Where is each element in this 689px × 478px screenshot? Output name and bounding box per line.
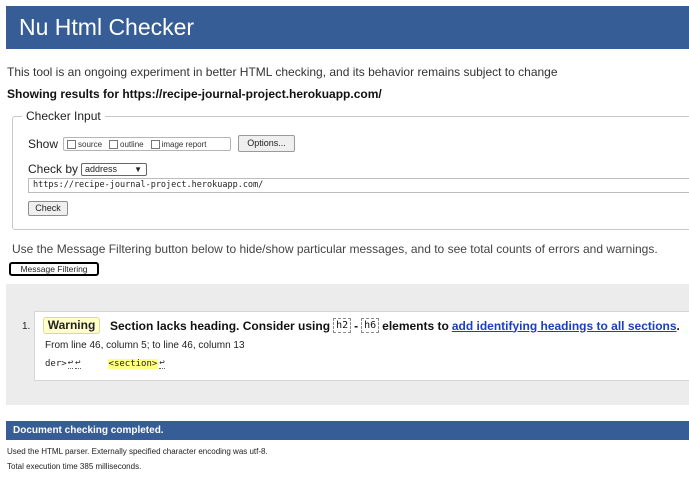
message-text-before: Section lacks heading. Consider using — [110, 318, 331, 333]
message-text-after: elements to — [382, 318, 449, 333]
message-number: 1. — [22, 321, 31, 332]
code-dash: - — [354, 318, 359, 333]
show-outline-option[interactable]: outline — [109, 139, 144, 149]
headings-link[interactable]: add identifying headings to all sections — [452, 319, 677, 333]
check-by-select[interactable]: address ▼ — [81, 163, 147, 176]
message-text: Section lacks heading. Consider using h2… — [110, 318, 680, 333]
completed-banner: Document checking completed. — [6, 421, 689, 440]
message-filtering-button[interactable]: Message Filtering — [9, 262, 99, 276]
url-input[interactable]: https://recipe-journal-project.herokuapp… — [28, 178, 689, 193]
line-feed-icon: ↩ — [67, 358, 74, 369]
source-option-label: source — [78, 139, 103, 149]
checker-input-legend: Checker Input — [22, 109, 105, 123]
extract-prefix: der> — [45, 358, 67, 369]
options-button[interactable]: Options... — [238, 135, 295, 152]
code-h2: h2 — [333, 318, 352, 333]
chevron-down-icon: ▼ — [134, 165, 142, 174]
image-report-option-label: image report — [161, 139, 207, 149]
source-checkbox[interactable] — [67, 139, 76, 149]
outline-option-label: outline — [120, 139, 144, 149]
message-location: From line 46, column 5; to line 46, colu… — [45, 340, 245, 351]
show-source-option[interactable]: source — [67, 139, 103, 149]
intro-text: This tool is an ongoing experiment in be… — [7, 65, 558, 79]
show-image-report-option[interactable]: image report — [150, 139, 207, 149]
code-h6: h6 — [361, 318, 380, 333]
show-label: Show — [28, 137, 59, 151]
check-button[interactable]: Check — [28, 201, 68, 216]
code-extract: der> ↩ ↩ <section> ↩ — [45, 358, 166, 369]
extract-highlight: <section> — [107, 358, 159, 369]
outline-checkbox[interactable] — [109, 139, 119, 149]
check-by-label: Check by — [28, 162, 79, 176]
warning-badge: Warning — [43, 317, 100, 334]
showing-results-text: Showing results for https://recipe-journ… — [7, 87, 382, 101]
parser-info: Used the HTML parser. Externally specifi… — [7, 447, 268, 456]
line-feed-icon: ↩ — [159, 358, 165, 369]
message-period: . — [676, 318, 680, 333]
execution-time: Total execution time 385 milliseconds. — [7, 462, 142, 471]
line-feed-icon: ↩ — [75, 358, 81, 369]
check-by-value: address — [85, 164, 118, 174]
image-report-checkbox[interactable] — [150, 139, 160, 149]
show-options-group: source outline image report — [63, 137, 231, 151]
filter-instructions: Use the Message Filtering button below t… — [12, 242, 658, 256]
page-title: Nu Html Checker — [6, 6, 689, 49]
